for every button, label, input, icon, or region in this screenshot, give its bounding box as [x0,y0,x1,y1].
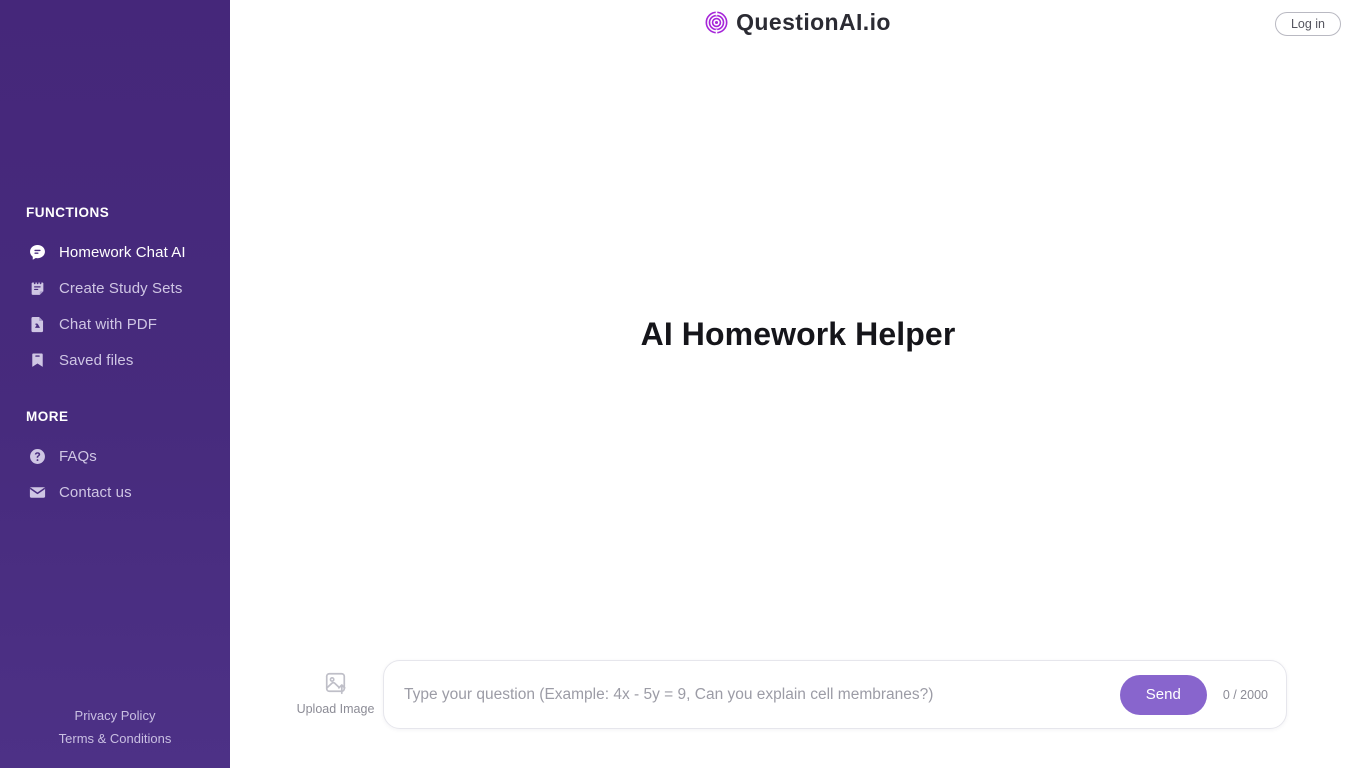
sidebar-item-label: Chat with PDF [59,315,157,333]
upload-image-button[interactable]: Upload Image [288,669,383,716]
character-counter: 0 / 2000 [1222,687,1268,702]
sidebar-item-saved-files[interactable]: Saved files [0,342,230,378]
top-bar: QuestionAI.io Log in [230,0,1366,48]
question-input-container: Send 0 / 2000 [383,660,1287,729]
sidebar-item-faqs[interactable]: FAQs [0,438,230,474]
sidebar-section-heading-functions: FUNCTIONS [26,205,110,220]
question-input[interactable] [384,661,1120,728]
composer: Upload Image Send 0 / 2000 [230,660,1366,729]
image-upload-icon [322,669,349,696]
terms-conditions-link[interactable]: Terms & Conditions [0,727,230,750]
sidebar-top-spacer [0,0,230,202]
sidebar: FUNCTIONS Homework Chat AI Create Study … [0,0,230,768]
main-content: QuestionAI.io Log in AI Homework Helper … [230,0,1366,768]
envelope-icon [28,483,47,502]
sidebar-item-label: Create Study Sets [59,279,183,297]
sidebar-footer: Privacy Policy Terms & Conditions [0,704,230,750]
study-notes-icon [28,279,47,298]
upload-image-label: Upload Image [296,702,375,716]
bookmark-icon [28,351,47,370]
sidebar-item-chat-with-pdf[interactable]: Chat with PDF [0,306,230,342]
sidebar-item-homework-chat-ai[interactable]: Homework Chat AI [0,234,230,270]
sidebar-item-create-study-sets[interactable]: Create Study Sets [0,270,230,306]
sidebar-nav-functions: Homework Chat AI Create Study Sets Chat … [0,234,230,378]
app-root: FUNCTIONS Homework Chat AI Create Study … [0,0,1366,768]
sidebar-item-label: FAQs [59,447,97,465]
sidebar-item-contact-us[interactable]: Contact us [0,474,230,510]
login-button[interactable]: Log in [1274,12,1341,36]
question-circle-icon [28,447,47,466]
sidebar-section-heading-more: MORE [26,409,69,424]
chat-bubble-icon [28,243,47,262]
brand-name: QuestionAI.io [736,9,891,35]
privacy-policy-link[interactable]: Privacy Policy [0,704,230,727]
pdf-file-icon [28,315,47,334]
sidebar-item-label: Saved files [59,351,134,369]
sidebar-item-label: Contact us [59,483,132,501]
sidebar-nav-more: FAQs Contact us [0,438,230,510]
sidebar-item-label: Homework Chat AI [59,243,186,261]
page-title: AI Homework Helper [640,316,956,352]
spiral-target-icon [705,11,728,34]
brand: QuestionAI.io [230,9,1366,36]
send-button[interactable]: Send [1119,674,1207,715]
